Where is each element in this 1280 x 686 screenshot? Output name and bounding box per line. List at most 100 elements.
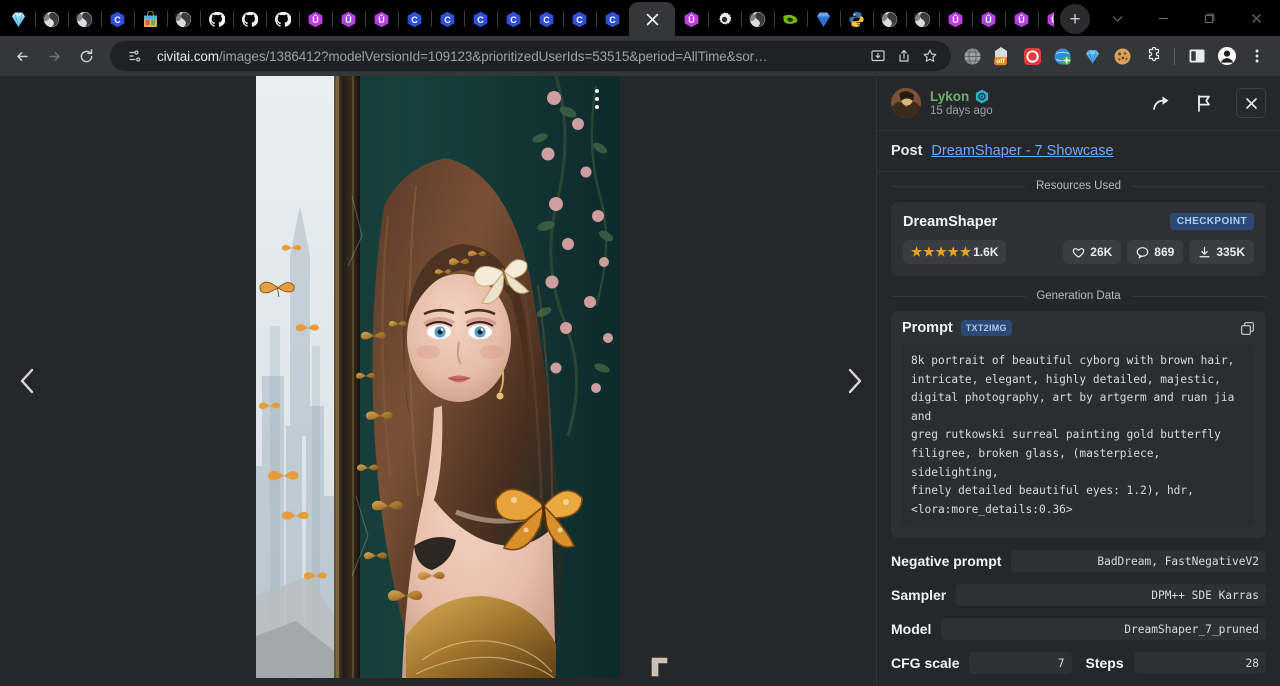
tab-11[interactable]: Û (365, 2, 398, 36)
image-container (256, 76, 620, 678)
minimize-icon[interactable] (1140, 1, 1186, 35)
globe-swirl-icon (43, 11, 60, 28)
post-link[interactable]: DreamShaper - 7 Showcase (931, 143, 1113, 159)
tab-31[interactable]: Û (1038, 2, 1054, 36)
profile-avatar-icon[interactable] (1212, 41, 1242, 71)
tab-26[interactable] (873, 2, 906, 36)
purple-u-icon: Û (1046, 11, 1054, 28)
divider-line-right (1131, 186, 1266, 187)
menu-dot (595, 97, 599, 101)
svg-text:Û: Û (1018, 14, 1025, 25)
image-options-menu[interactable] (586, 84, 608, 114)
tab-14[interactable]: C (464, 2, 497, 36)
copy-prompt-icon[interactable] (1240, 321, 1255, 336)
download-icon (1198, 246, 1211, 259)
tab-18[interactable]: C (596, 2, 629, 36)
tab-16[interactable]: C (530, 2, 563, 36)
tab-12[interactable]: C (398, 2, 431, 36)
tab-list: CÛÛÛCCCCCCCÛÛÛÛÛ (0, 0, 1054, 36)
resource-card[interactable]: DreamShaper CHECKPOINT ★ ★ ★ ★ ★ (891, 202, 1266, 276)
next-image-button[interactable] (832, 359, 876, 403)
new-tab-button[interactable]: + (1060, 4, 1090, 34)
active-tab[interactable] (629, 2, 675, 36)
username[interactable]: Lykon (930, 89, 969, 104)
tab-1[interactable] (35, 2, 68, 36)
tab-30[interactable]: Û (1005, 2, 1038, 36)
share-icon[interactable] (1144, 86, 1178, 120)
tab-3[interactable]: C (101, 2, 134, 36)
menu-dot (595, 89, 599, 93)
prompt-card: Prompt TXT2IMG 8k portrait of beautiful … (891, 311, 1266, 538)
red-recorder-extension-icon[interactable] (1017, 41, 1047, 71)
rating-count: 1.6K (973, 245, 998, 259)
cfg-scale-field: CFG scale 7 (891, 652, 1072, 674)
rating-pill[interactable]: ★ ★ ★ ★ ★ 1.6K (903, 240, 1006, 264)
bookmark-star-icon[interactable] (917, 43, 943, 69)
cookie-extension-icon[interactable] (1107, 41, 1137, 71)
downloads-pill[interactable]: 335K (1189, 240, 1254, 264)
tab-0[interactable] (2, 2, 35, 36)
tab-13[interactable]: C (431, 2, 464, 36)
blue-globe-plus-extension-icon[interactable] (1047, 41, 1077, 71)
tab-25[interactable] (840, 2, 873, 36)
tab-10[interactable]: Û (332, 2, 365, 36)
tab-8[interactable] (266, 2, 299, 36)
address-bar-text[interactable]: civitai.com/images/1386412?modelVersionI… (157, 49, 865, 64)
flag-icon[interactable] (1187, 86, 1221, 120)
user-info: Lykon 15 days ago (930, 89, 993, 117)
reload-button[interactable] (70, 40, 102, 72)
tab-6[interactable] (200, 2, 233, 36)
model-row: Model DreamShaper_7_pruned (891, 618, 1266, 640)
comments-pill[interactable]: 869 (1127, 240, 1183, 264)
close-panel-button[interactable] (1236, 88, 1266, 118)
back-button[interactable] (6, 40, 38, 72)
tab-27[interactable] (906, 2, 939, 36)
split-view-icon[interactable] (1182, 41, 1212, 71)
adblock-off-extension-icon[interactable]: off (987, 41, 1017, 71)
user-avatar[interactable] (891, 88, 921, 118)
resource-name[interactable]: DreamShaper (903, 214, 1170, 230)
purple-u-icon: Û (1013, 11, 1030, 28)
tab-7[interactable] (233, 2, 266, 36)
puzzle-extensions-icon[interactable] (1137, 41, 1167, 71)
tab-23[interactable] (774, 2, 807, 36)
tab-20[interactable]: Û (675, 2, 708, 36)
prompt-text[interactable]: 8k portrait of beautiful cyborg with bro… (902, 344, 1255, 527)
address-bar[interactable]: civitai.com/images/1386412?modelVersionI… (110, 41, 951, 71)
generation-data-label: Generation Data (1036, 290, 1120, 302)
restore-icon[interactable] (1186, 1, 1232, 35)
tab-29[interactable]: Û (972, 2, 1005, 36)
svg-text:Û: Û (985, 14, 992, 25)
chrome-menu-icon[interactable] (1242, 41, 1272, 71)
url-domain: civitai.com (157, 49, 219, 64)
globe-extension-icon[interactable] (957, 41, 987, 71)
svg-text:C: C (510, 15, 517, 25)
tab-4[interactable] (134, 2, 167, 36)
diamond-extension-icon[interactable] (1077, 41, 1107, 71)
steps-field: Steps 28 (1086, 652, 1267, 674)
civitai-c-icon: C (505, 11, 522, 28)
install-app-icon[interactable] (865, 43, 891, 69)
forward-button[interactable] (38, 40, 70, 72)
window-close-icon[interactable] (1232, 1, 1280, 35)
tab-9[interactable]: Û (299, 2, 332, 36)
tab-17[interactable]: C (563, 2, 596, 36)
tab-21[interactable] (708, 2, 741, 36)
share-page-icon[interactable] (891, 43, 917, 69)
svg-text:Û: Û (952, 14, 959, 25)
tab-24[interactable] (807, 2, 840, 36)
browser-window: CÛÛÛCCCCCCCÛÛÛÛÛ + (0, 0, 1280, 686)
site-settings-icon[interactable] (122, 43, 148, 69)
tab-2[interactable] (68, 2, 101, 36)
comment-icon (1136, 246, 1149, 259)
tab-22[interactable] (741, 2, 774, 36)
tab-5[interactable] (167, 2, 200, 36)
generated-artwork[interactable] (256, 76, 620, 678)
likes-pill[interactable]: 26K (1063, 240, 1121, 264)
tab-15[interactable]: C (497, 2, 530, 36)
tab-search-chevron-icon[interactable] (1094, 1, 1140, 35)
svg-text:Û: Û (345, 14, 352, 25)
previous-image-button[interactable] (6, 359, 50, 403)
tab-28[interactable]: Û (939, 2, 972, 36)
purple-u-icon: Û (980, 11, 997, 28)
